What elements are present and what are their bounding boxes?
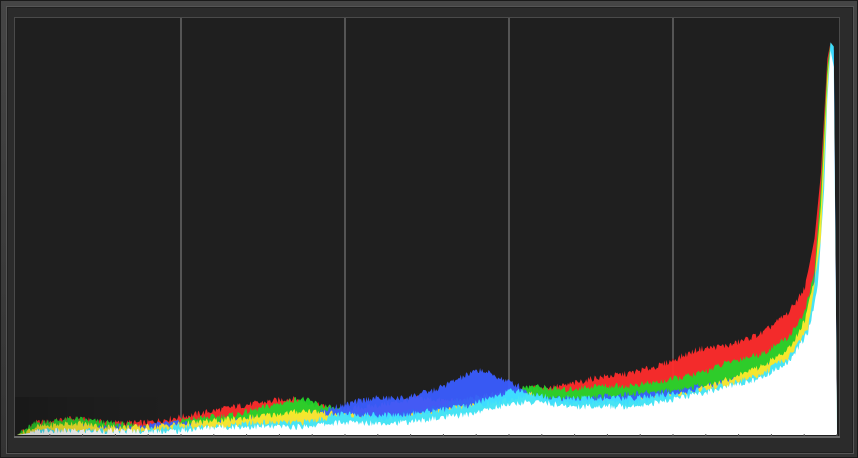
shadow-fade	[15, 397, 510, 437]
channel-area-1	[17, 42, 837, 436]
channel-areas	[15, 42, 837, 437]
x-axis-baseline	[14, 436, 840, 438]
histogram-chart	[15, 18, 838, 437]
histogram-plot-area	[14, 17, 840, 438]
grid-lines	[180, 18, 674, 437]
